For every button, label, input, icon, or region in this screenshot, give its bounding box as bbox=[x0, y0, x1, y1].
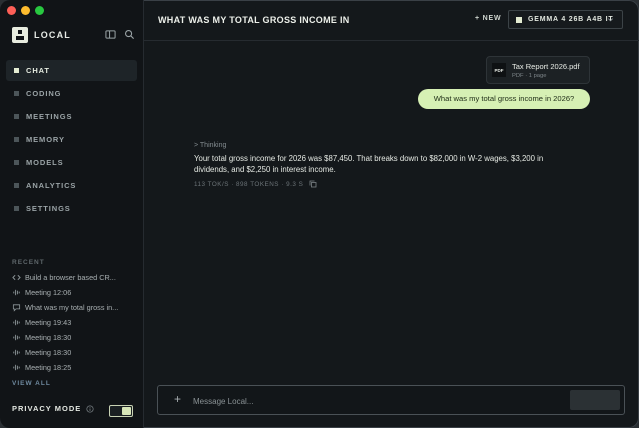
window-controls bbox=[7, 6, 44, 15]
recent-list: Build a browser based CR... Meeting 12:0… bbox=[12, 270, 137, 375]
code-icon bbox=[12, 274, 21, 281]
nav-item-chat[interactable]: CHAT bbox=[6, 60, 137, 81]
recent-item-label: Meeting 19:43 bbox=[25, 318, 72, 327]
pdf-file-icon: PDF bbox=[492, 63, 506, 77]
recent-heading: RECENT bbox=[12, 259, 45, 266]
nav-item-label: MODELS bbox=[26, 158, 64, 167]
nav-item-label: ANALYTICS bbox=[26, 181, 77, 190]
attachment-card[interactable]: PDF Tax Report 2026.pdf PDF · 1 page bbox=[486, 56, 590, 84]
recent-item-label: What was my total gross in... bbox=[25, 303, 119, 312]
toggle-sidebar-icon[interactable] bbox=[105, 29, 116, 40]
chat-header: WHAT WAS MY TOTAL GROSS INCOME IN + NEW … bbox=[144, 0, 639, 41]
model-selector[interactable]: GEMMA 4 26B A4B IT bbox=[508, 10, 623, 29]
privacy-mode: PRIVACY MODE bbox=[12, 404, 94, 413]
message-composer: + bbox=[157, 385, 625, 415]
toggle-knob bbox=[122, 407, 131, 415]
brand: LOCAL bbox=[12, 27, 71, 43]
recent-item[interactable]: Meeting 18:25 bbox=[12, 360, 137, 375]
nav-item-label: SETTINGS bbox=[26, 204, 71, 213]
sidebar-tools bbox=[105, 29, 135, 40]
view-all-link[interactable]: VIEW ALL bbox=[12, 380, 51, 387]
nav-bullet-icon bbox=[14, 114, 19, 119]
nav-item-coding[interactable]: CODING bbox=[6, 83, 137, 104]
nav-bullet-icon bbox=[14, 68, 19, 73]
send-button[interactable] bbox=[570, 390, 620, 410]
nav-item-label: CODING bbox=[26, 89, 62, 98]
nav-bullet-icon bbox=[14, 206, 19, 211]
nav-bullet-icon bbox=[14, 160, 19, 165]
nav-item-memory[interactable]: MEMORY bbox=[6, 129, 137, 150]
recent-item[interactable]: Meeting 12:06 bbox=[12, 285, 137, 300]
message-input[interactable] bbox=[191, 393, 555, 409]
recent-item[interactable]: What was my total gross in... bbox=[12, 300, 137, 315]
waveform-icon bbox=[13, 364, 20, 371]
nav-item-label: MEETINGS bbox=[26, 112, 73, 121]
waveform-icon bbox=[13, 289, 20, 296]
nav-item-settings[interactable]: SETTINGS bbox=[6, 198, 137, 219]
brand-name: LOCAL bbox=[34, 30, 71, 40]
main-nav: CHAT CODING MEETINGS MEMORY MODELS ANALY… bbox=[6, 60, 137, 221]
nav-bullet-icon bbox=[14, 137, 19, 142]
privacy-mode-label: PRIVACY MODE bbox=[12, 404, 82, 413]
recent-item[interactable]: Meeting 18:30 bbox=[12, 330, 137, 345]
nav-bullet-icon bbox=[14, 91, 19, 96]
minimize-window-button[interactable] bbox=[21, 6, 30, 15]
copy-icon[interactable] bbox=[309, 180, 317, 188]
recent-item[interactable]: Meeting 18:30 bbox=[12, 345, 137, 360]
waveform-icon bbox=[13, 334, 20, 341]
chat-title: WHAT WAS MY TOTAL GROSS INCOME IN bbox=[158, 15, 350, 25]
app-logo-icon bbox=[12, 27, 28, 43]
attachment-meta: PDF · 1 page bbox=[512, 73, 547, 79]
waveform-icon bbox=[13, 349, 20, 356]
recent-item-label: Meeting 12:06 bbox=[25, 288, 72, 297]
nav-item-analytics[interactable]: ANALYTICS bbox=[6, 175, 137, 196]
response-stats: 113 TOK/S · 898 TOKENS · 9.3 S bbox=[194, 180, 317, 188]
info-icon[interactable] bbox=[86, 404, 94, 413]
recent-item-label: Build a browser based CR... bbox=[25, 273, 116, 282]
attachment-name: Tax Report 2026.pdf bbox=[512, 62, 580, 71]
add-attachment-button[interactable]: + bbox=[174, 392, 181, 406]
model-status-icon bbox=[516, 16, 522, 23]
nav-item-models[interactable]: MODELS bbox=[6, 152, 137, 173]
app-window: LOCAL CHAT CODING MEETINGS MEMORY MODELS… bbox=[0, 0, 639, 428]
maximize-window-button[interactable] bbox=[35, 6, 44, 15]
sidebar: LOCAL CHAT CODING MEETINGS MEMORY MODELS… bbox=[0, 0, 144, 428]
privacy-mode-toggle[interactable] bbox=[109, 405, 133, 417]
recent-item[interactable]: Build a browser based CR... bbox=[12, 270, 137, 285]
nav-item-meetings[interactable]: MEETINGS bbox=[6, 106, 137, 127]
response-stats-text: 113 TOK/S · 898 TOKENS · 9.3 S bbox=[194, 180, 304, 188]
recent-item[interactable]: Meeting 19:43 bbox=[12, 315, 137, 330]
waveform-icon bbox=[13, 319, 20, 326]
chat-bubble-icon bbox=[12, 304, 21, 312]
recent-item-label: Meeting 18:30 bbox=[25, 348, 72, 357]
user-message: What was my total gross income in 2026? bbox=[418, 89, 590, 109]
thinking-toggle[interactable]: > Thinking bbox=[194, 142, 226, 149]
nav-item-label: MEMORY bbox=[26, 135, 65, 144]
model-name: GEMMA 4 26B A4B IT bbox=[528, 16, 614, 23]
close-window-button[interactable] bbox=[7, 6, 16, 15]
chevron-down-icon bbox=[608, 18, 613, 22]
new-chat-button[interactable]: + NEW bbox=[475, 15, 501, 22]
recent-item-label: Meeting 18:30 bbox=[25, 333, 72, 342]
search-icon[interactable] bbox=[124, 29, 135, 40]
assistant-message: Your total gross income for 2026 was $87… bbox=[194, 154, 544, 174]
nav-item-label: CHAT bbox=[26, 66, 50, 75]
recent-item-label: Meeting 18:25 bbox=[25, 363, 72, 372]
nav-bullet-icon bbox=[14, 183, 19, 188]
